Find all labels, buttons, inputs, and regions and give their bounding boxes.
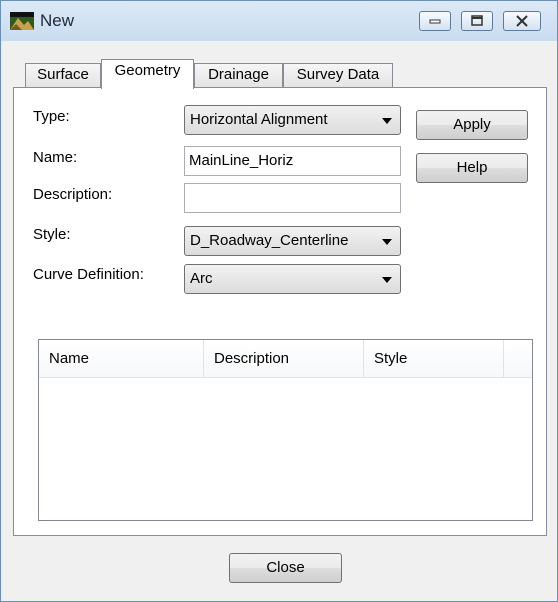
tab-surface[interactable]: Surface xyxy=(25,63,101,87)
help-button[interactable]: Help xyxy=(416,153,528,183)
apply-button[interactable]: Apply xyxy=(416,110,528,140)
list-header: Name Description Style xyxy=(39,340,532,378)
chevron-down-icon xyxy=(382,239,392,245)
chevron-down-icon xyxy=(382,277,392,283)
column-header-description[interactable]: Description xyxy=(204,340,364,378)
tab-drainage[interactable]: Drainage xyxy=(194,63,283,87)
tab-drainage-label: Drainage xyxy=(208,66,269,83)
column-header-style[interactable]: Style xyxy=(364,340,504,378)
type-dropdown-value: Horizontal Alignment xyxy=(190,111,328,128)
app-landscape-icon xyxy=(10,12,34,30)
geometry-list[interactable]: Name Description Style xyxy=(38,339,533,521)
column-header-name[interactable]: Name xyxy=(39,340,204,378)
description-label: Description: xyxy=(33,186,113,203)
style-dropdown[interactable]: D_Roadway_Centerline xyxy=(184,226,401,256)
name-field-value: MainLine_Horiz xyxy=(189,152,294,169)
close-button[interactable]: Close xyxy=(229,553,342,583)
tab-surface-label: Surface xyxy=(37,66,89,83)
tab-survey-data[interactable]: Survey Data xyxy=(283,63,393,87)
maximize-button[interactable] xyxy=(461,11,493,31)
close-icon xyxy=(516,15,528,27)
tab-geometry-label: Geometry xyxy=(114,62,181,79)
title-bar[interactable]: New xyxy=(1,1,557,41)
name-field[interactable]: MainLine_Horiz xyxy=(184,146,401,176)
curve-definition-dropdown[interactable]: Arc xyxy=(184,264,401,294)
tab-geometry[interactable]: Geometry xyxy=(101,59,194,89)
name-label: Name: xyxy=(33,149,78,166)
minimize-button[interactable] xyxy=(419,11,451,31)
curve-definition-label: Curve Definition: xyxy=(33,266,144,283)
type-dropdown[interactable]: Horizontal Alignment xyxy=(184,105,401,135)
tab-survey-data-label: Survey Data xyxy=(296,66,380,83)
new-dialog-window: New Surface Geometry Drainage Survey Dat… xyxy=(0,0,558,602)
close-window-button[interactable] xyxy=(503,11,541,31)
maximize-icon xyxy=(471,15,483,26)
style-dropdown-value: D_Roadway_Centerline xyxy=(190,232,349,249)
curve-definition-value: Arc xyxy=(190,270,213,287)
window-title: New xyxy=(40,11,75,30)
style-label: Style: xyxy=(33,226,71,243)
description-field[interactable] xyxy=(184,183,401,213)
chevron-down-icon xyxy=(382,118,392,124)
minimize-icon xyxy=(429,19,441,24)
type-label: Type: xyxy=(33,108,70,125)
